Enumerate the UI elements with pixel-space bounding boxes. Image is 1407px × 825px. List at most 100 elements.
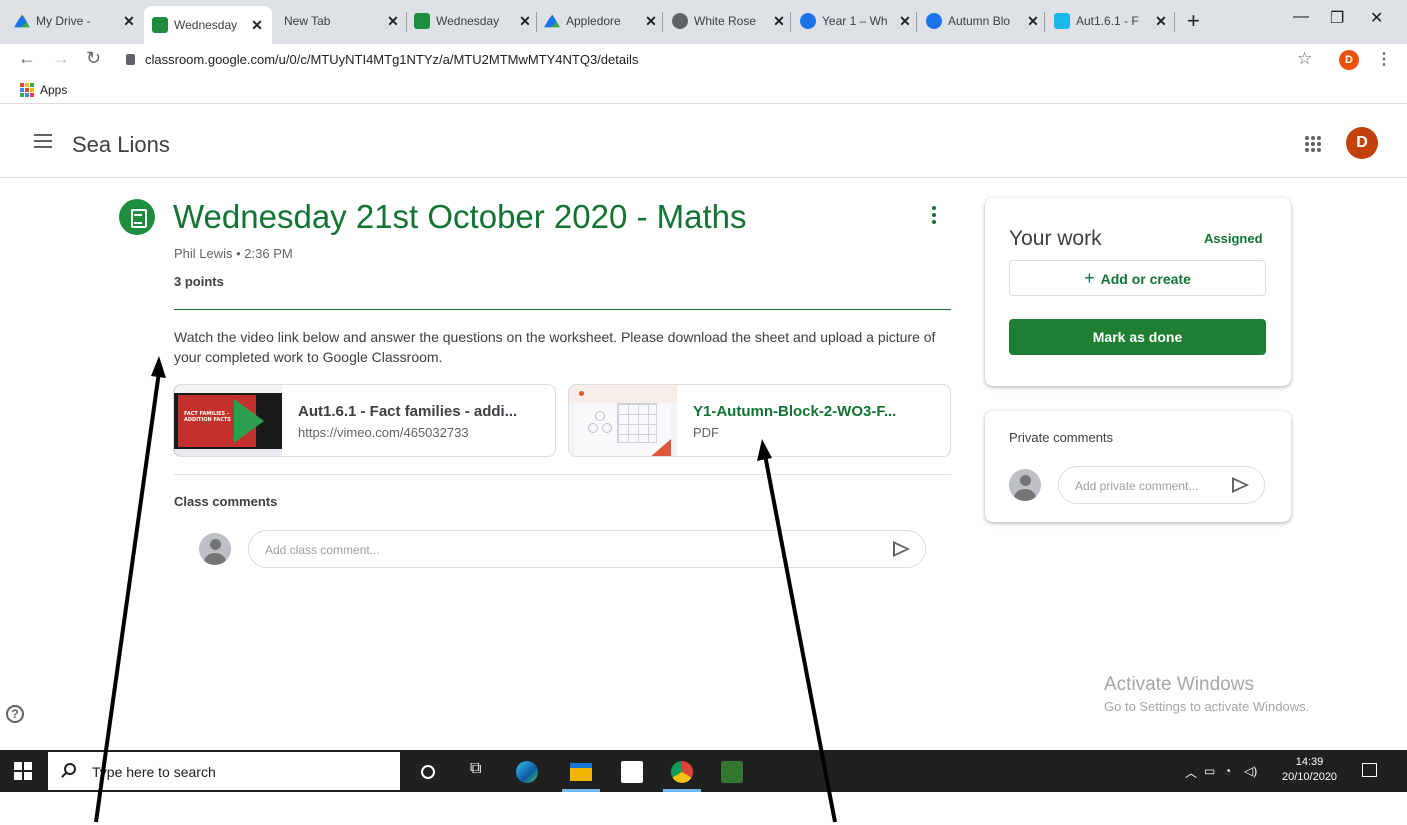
user-avatar-placeholder	[199, 533, 231, 565]
attachment-title: Aut1.6.1 - Fact families - addi...	[298, 403, 518, 420]
close-icon[interactable]: ✕	[772, 13, 786, 30]
screenshot-root: My Drive - ✕ Wednesday ✕ New Tab ✕ Wedne…	[0, 0, 1407, 825]
taskbar-search[interactable]: Type here to search	[48, 752, 400, 790]
browser-profile-avatar[interactable]: D	[1339, 50, 1359, 70]
your-work-title: Your work	[1009, 227, 1102, 250]
window-close-icon[interactable]: ✕	[1370, 8, 1383, 28]
google-apps-icon[interactable]	[1305, 136, 1321, 152]
close-icon[interactable]: ✕	[250, 17, 264, 34]
attachment-url: https://vimeo.com/465032733	[298, 425, 469, 440]
annotation-arrowhead-left	[151, 356, 166, 378]
hamburger-menu-icon[interactable]	[34, 134, 52, 152]
send-icon[interactable]	[1232, 477, 1249, 493]
taskbar-search-placeholder: Type here to search	[92, 764, 216, 780]
tab-separator	[790, 12, 791, 32]
restore-icon[interactable]: ❐	[1330, 8, 1344, 28]
vimeo-icon	[1054, 13, 1070, 29]
close-icon[interactable]: ✕	[1154, 13, 1168, 30]
tab-autumn-block[interactable]: Autumn Blo ✕	[926, 10, 1040, 32]
private-comments-card: Private comments Add private comment...	[985, 411, 1291, 522]
user-avatar-placeholder	[1009, 469, 1041, 501]
store-icon[interactable]	[621, 761, 643, 783]
user-avatar[interactable]: D	[1346, 127, 1378, 159]
mark-as-done-button[interactable]: Mark as done	[1009, 319, 1266, 355]
assignment-icon	[119, 199, 155, 235]
back-arrow-icon[interactable]: ←	[18, 48, 36, 69]
activate-windows-title: Activate Windows	[1104, 674, 1254, 695]
volume-icon[interactable]: ◁)	[1244, 764, 1257, 778]
tab-appledore[interactable]: Appledore ✕	[544, 10, 658, 32]
video-thumbnail: FACT FAMILIES - ADDITION FACTS	[174, 385, 282, 456]
tab-separator	[1044, 12, 1045, 32]
reload-icon[interactable]: ↻	[86, 48, 101, 69]
browser-menu-icon[interactable]: ⋮	[1376, 49, 1392, 69]
tab-new-tab[interactable]: New Tab ✕	[284, 10, 400, 32]
tab-label: Year 1 – Wh	[822, 14, 888, 28]
attachment-title: Y1-Autumn-Block-2-WO3-F...	[693, 403, 897, 420]
taskbar-clock[interactable]: 14:39 20/10/2020	[1282, 755, 1337, 785]
tab-label: White Rose	[694, 14, 757, 28]
address-bar-row: ← → ↻ classroom.google.com/u/0/c/MTUyNTI…	[0, 44, 1407, 76]
tab-wednesday-active[interactable]: Wednesday ✕	[144, 6, 272, 44]
more-options-icon[interactable]	[932, 206, 938, 227]
assignment-points: 3 points	[174, 274, 224, 289]
attachment-video[interactable]: FACT FAMILIES - ADDITION FACTS Aut1.6.1 …	[173, 384, 556, 457]
classroom-icon	[414, 13, 430, 29]
forward-arrow-icon[interactable]: →	[52, 48, 70, 69]
thumbnail-text: FACT FAMILIES - ADDITION FACTS	[184, 411, 231, 423]
help-icon[interactable]: ?	[6, 705, 24, 723]
tab-separator	[662, 12, 663, 32]
tab-year-1[interactable]: Year 1 – Wh ✕	[800, 10, 912, 32]
assignment-author-time: Phil Lewis • 2:36 PM	[174, 246, 293, 261]
close-icon[interactable]: ✕	[1026, 13, 1040, 30]
chrome-icon[interactable]	[671, 761, 693, 783]
send-icon[interactable]	[893, 541, 910, 557]
close-icon[interactable]: ✕	[898, 13, 912, 30]
tab-label: Aut1.6.1 - F	[1076, 14, 1139, 28]
attachment-pdf[interactable]: Y1-Autumn-Block-2-WO3-F... PDF	[568, 384, 951, 457]
task-view-icon[interactable]: ⧉	[470, 760, 492, 782]
publisher-icon[interactable]	[721, 761, 743, 783]
url-text: classroom.google.com/u/0/c/MTUyNTI4MTg1N…	[145, 52, 639, 67]
tab-separator	[406, 12, 407, 32]
close-icon[interactable]: ✕	[518, 13, 532, 30]
tab-wednesday[interactable]: Wednesday ✕	[414, 10, 532, 32]
apps-bookmark[interactable]: Apps	[40, 83, 67, 97]
assignment-title: Wednesday 21st October 2020 - Maths	[173, 198, 747, 235]
add-or-create-button[interactable]: + Add or create	[1009, 260, 1266, 296]
wifi-icon[interactable]: ◔	[1224, 764, 1231, 778]
windows-taskbar: Type here to search ⧉ ︿ ▭ ◔ ◁) 14:39 20/…	[0, 750, 1407, 792]
pdf-thumbnail	[569, 385, 677, 456]
status-badge: Assigned	[1204, 231, 1263, 246]
tab-label: My Drive -	[36, 14, 91, 28]
plus-icon: +	[1084, 268, 1095, 288]
class-comment-input[interactable]: Add class comment...	[248, 530, 926, 568]
close-icon[interactable]: ✕	[386, 13, 400, 30]
tab-label: Wednesday	[436, 14, 500, 28]
class-name[interactable]: Sea Lions	[72, 132, 170, 158]
lock-icon	[126, 54, 135, 65]
classroom-icon	[152, 17, 168, 33]
tab-my-drive[interactable]: My Drive - ✕	[14, 10, 136, 32]
windows-start-icon[interactable]	[14, 762, 32, 780]
minimize-icon[interactable]: —	[1293, 8, 1309, 26]
new-tab-plus-icon[interactable]: +	[1187, 8, 1200, 34]
attachment-type: PDF	[693, 425, 719, 440]
school-icon	[926, 13, 942, 29]
url-field[interactable]: classroom.google.com/u/0/c/MTUyNTI4MTg1N…	[126, 52, 638, 67]
tab-label: Appledore	[566, 14, 621, 28]
close-icon[interactable]: ✕	[122, 13, 136, 30]
private-comments-heading: Private comments	[1009, 430, 1114, 445]
tab-white-rose[interactable]: White Rose ✕	[672, 10, 786, 32]
battery-icon[interactable]: ▭	[1204, 764, 1215, 778]
tab-vimeo[interactable]: Aut1.6.1 - F ✕	[1054, 10, 1168, 32]
edge-icon[interactable]	[516, 761, 538, 783]
globe-icon	[672, 13, 688, 29]
notifications-icon[interactable]	[1362, 763, 1377, 777]
bookmarks-bar: Apps	[0, 76, 1407, 104]
bookmark-star-icon[interactable]: ☆	[1297, 49, 1312, 69]
cortana-icon[interactable]	[421, 765, 435, 779]
close-icon[interactable]: ✕	[644, 13, 658, 30]
file-explorer-icon[interactable]	[570, 763, 592, 781]
tray-chevron-up-icon[interactable]: ︿	[1185, 764, 1197, 781]
